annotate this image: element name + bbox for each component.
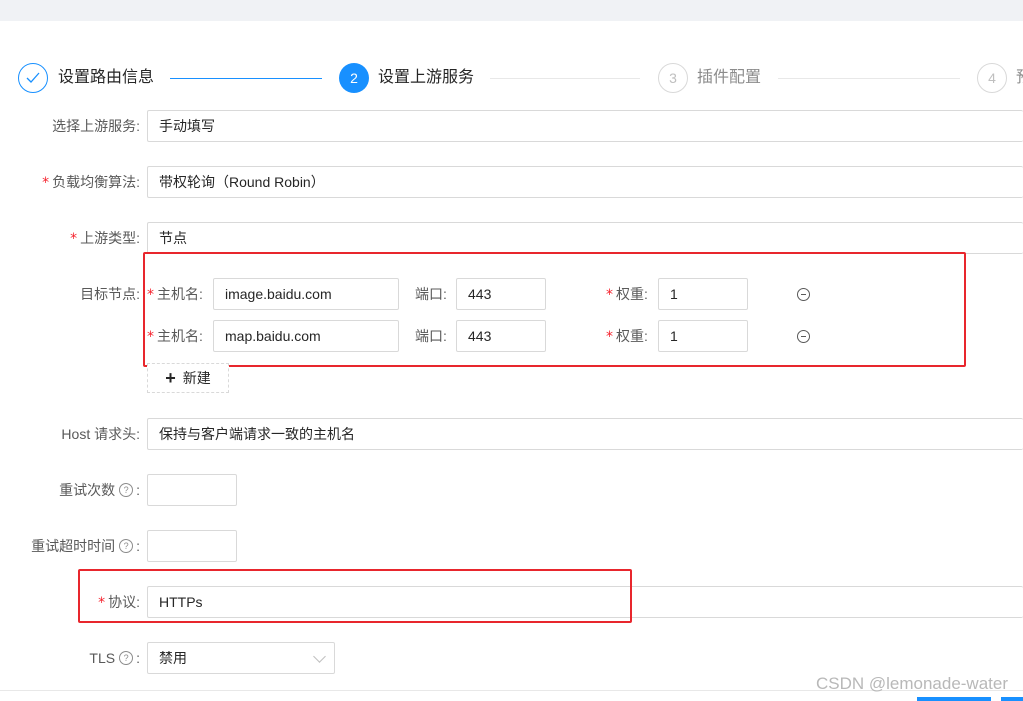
top-band	[0, 0, 1023, 21]
retry-timeout-label: 重试超时时间?:	[31, 538, 140, 554]
step-1-title[interactable]: 设置路由信息	[58, 68, 154, 88]
retries-input[interactable]	[147, 474, 237, 506]
host-label: * 主机名:	[147, 328, 203, 345]
required-mark: *	[606, 287, 613, 303]
step-1-connector	[170, 78, 322, 79]
tls-value: 禁用	[159, 650, 187, 666]
check-icon	[26, 72, 40, 83]
add-node-label: 新建	[182, 370, 211, 386]
host-header-select[interactable]: 保持与客户端请求一致的主机名	[147, 418, 1023, 450]
step-3-number[interactable]: 3	[658, 63, 688, 93]
required-mark: *	[147, 329, 154, 345]
footer-button-edge[interactable]	[917, 697, 991, 701]
port-input[interactable]: 443	[456, 320, 546, 352]
step-2-number[interactable]: 2	[339, 63, 369, 93]
host-header-label: Host 请求头:	[61, 426, 140, 442]
required-mark: *	[147, 287, 154, 303]
upstream-type-label: * 上游类型:	[70, 230, 140, 247]
weight-label: * 权重:	[606, 328, 648, 345]
remove-node-icon[interactable]	[797, 330, 810, 343]
required-mark: *	[42, 175, 50, 191]
weight-input[interactable]: 1	[658, 278, 748, 310]
watermark: CSDN @lemonade-water	[815, 674, 1008, 693]
host-input[interactable]: map.baidu.com	[213, 320, 399, 352]
step-1-check-icon[interactable]	[18, 63, 48, 93]
question-icon[interactable]: ?	[119, 483, 134, 498]
port-input[interactable]: 443	[456, 278, 546, 310]
upstream-type-select[interactable]: 节点	[147, 222, 1023, 254]
required-mark: *	[98, 595, 106, 611]
tls-select[interactable]: 禁用	[147, 642, 335, 674]
protocol-select[interactable]: HTTPs	[147, 586, 1023, 618]
footer-button-edge[interactable]	[1001, 697, 1023, 701]
lb-algorithm-select[interactable]: 带权轮询（Round Robin）	[147, 166, 1023, 198]
upstream-service-select[interactable]: 手动填写	[147, 110, 1023, 142]
protocol-label: * 协议:	[98, 594, 140, 611]
required-mark: *	[70, 231, 78, 247]
target-nodes-label: 目标节点:	[80, 286, 140, 302]
port-label: 端口:	[415, 286, 447, 302]
weight-label: * 权重:	[606, 286, 648, 303]
step-3-connector	[778, 78, 960, 79]
weight-input[interactable]: 1	[658, 320, 748, 352]
retry-timeout-input[interactable]	[147, 530, 237, 562]
remove-node-icon[interactable]	[797, 288, 810, 301]
step-4-number[interactable]: 4	[977, 63, 1007, 93]
required-mark: *	[606, 329, 613, 345]
plus-icon: +	[165, 368, 176, 388]
step-2-title[interactable]: 设置上游服务	[378, 68, 474, 88]
host-input[interactable]: image.baidu.com	[213, 278, 399, 310]
question-icon[interactable]: ?	[119, 651, 134, 666]
retries-label: 重试次数?:	[59, 482, 140, 498]
lb-algorithm-label: * 负载均衡算法:	[42, 174, 140, 191]
step-2-connector	[490, 78, 640, 79]
port-label: 端口:	[415, 328, 447, 344]
add-node-button[interactable]: + 新建	[147, 363, 229, 393]
question-icon[interactable]: ?	[119, 539, 134, 554]
tls-label: TLS?:	[89, 650, 140, 666]
host-label: * 主机名:	[147, 286, 203, 303]
chevron-down-icon	[313, 650, 326, 663]
step-4-title[interactable]: 预	[1016, 68, 1023, 88]
upstream-service-label: 选择上游服务:	[52, 118, 140, 134]
step-3-title[interactable]: 插件配置	[697, 68, 761, 88]
